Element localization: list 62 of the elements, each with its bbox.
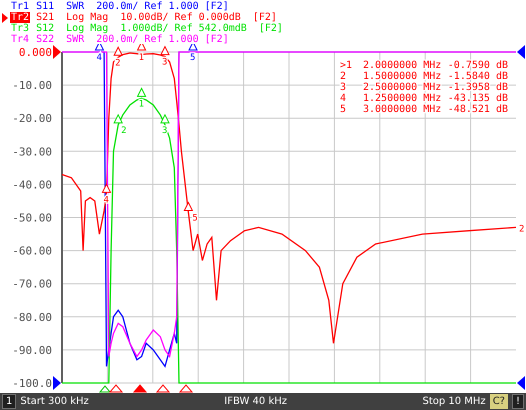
start-frequency: Start 300 kHz [20,396,89,407]
reference-marker-icon [53,45,61,59]
axis-label: -50.00 [12,212,52,224]
marker-icon [136,44,146,50]
marker-value: -0.7590 dB [448,60,508,71]
channel-indicator[interactable]: 1 [2,394,16,409]
marker-icon [184,201,194,212]
trace-settings: S11 SWR 200.0m/ Ref 1.000 [F2] [36,1,229,12]
marker-value: -1.5840 dB [448,71,508,82]
marker-number: 2 [121,126,127,136]
axis-label: -70.00 [12,278,52,291]
marker-id: 4 [340,93,346,104]
axis-label: 0.000 [18,46,52,59]
axis-label: -40.00 [12,178,52,192]
marker-id: 5 [340,104,346,115]
marker-number: 1 [138,99,144,110]
marker-icon [113,46,123,56]
marker-frequency: 1.2500000 MHz [363,93,442,104]
axis-label: -10.00 [12,79,52,92]
marker-icon [113,114,123,124]
marker-icon [136,87,146,97]
marker-value: -43.135 dB [448,93,508,104]
axis-label: -30.00 [12,145,52,158]
trace-name[interactable]: Tr1 [10,1,30,12]
marker-number: 4 [103,195,109,206]
marker-number: 4 [96,53,102,63]
marker-icon [94,44,104,50]
trace-settings: S21 Log Mag 10.00dB/ Ref 0.000dB [F2] [36,12,277,23]
marker-icon [160,46,170,56]
marker-frequency: 1.5000000 MHz [363,71,442,82]
axis-label: -100.0 [12,377,52,390]
scale-marker-icon [517,45,525,59]
marker-value: -1.3958 dB [448,82,508,93]
scale-marker-icon [53,376,61,390]
active-trace-arrow-icon [2,12,8,22]
marker-frequency: 3.0000000 MHz [363,104,442,115]
marker-frequency: 2.0000000 MHz [363,60,442,71]
scale-marker-icon [517,376,525,390]
marker-number: 5 [192,214,198,224]
marker-id: >1 [340,60,352,71]
marker-id: 3 [340,82,346,93]
marker-icon [188,44,198,50]
marker-frequency: 2.5000000 MHz [363,82,442,93]
trace-end-label: 2 [519,224,524,234]
axis-label: -80.00 [12,310,52,324]
if-bandwidth: IFBW 40 kHz [223,396,288,407]
marker-number: 2 [115,58,121,68]
marker-value: -48.521 dB [448,104,508,115]
marker-number: 3 [162,58,168,68]
marker-icon [160,114,170,124]
trace-settings: S12 Log Mag 1.000dB/ Ref 542.0mdB [F2] [36,23,283,34]
axis-label: -90.00 [12,344,52,357]
marker-number: 5 [190,53,196,63]
trace-name[interactable]: Tr2 [10,12,30,23]
alert-indicator[interactable]: ! [512,394,524,409]
marker-icon [102,183,112,193]
axis-label: -20.00 [12,112,52,126]
stop-frequency: Stop 10 MHz [422,396,486,407]
calibration-indicator[interactable]: C? [490,394,508,409]
trace-settings: S22 SWR 200.0m/ Ref 1.000 [F2] [36,34,229,45]
axis-label: -60.00 [12,244,52,258]
marker-id: 2 [340,71,346,82]
